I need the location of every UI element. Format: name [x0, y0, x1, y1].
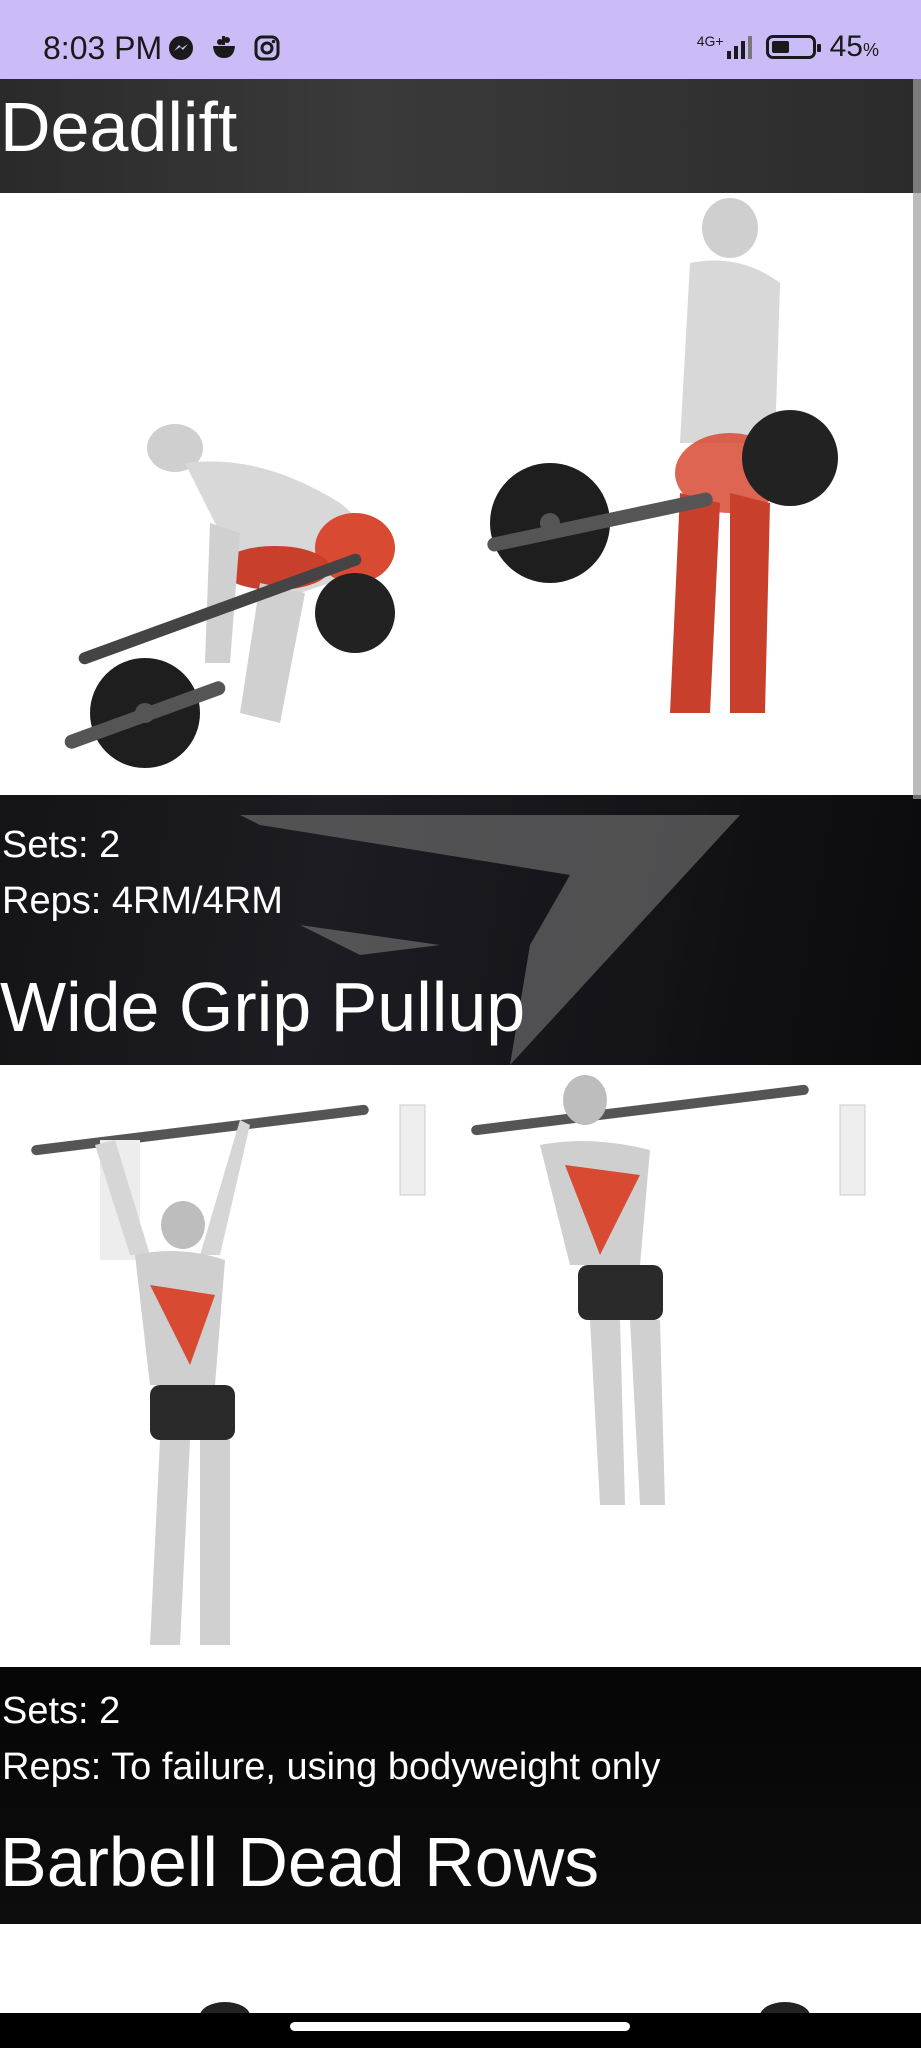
food-bowl-icon [210, 34, 238, 67]
scrollbar[interactable] [913, 79, 921, 799]
status-time: 8:03 PM [43, 30, 163, 66]
deadlift-start-figure [64, 424, 395, 768]
deadlift-lockout-figure [487, 198, 838, 713]
reps-text: Reps: 4RM/4RM [2, 880, 283, 922]
battery-icon [765, 35, 821, 59]
signal-icon: 4G+ [696, 32, 752, 59]
pullup-hang-figure [31, 1104, 426, 1645]
battery-percent: 45% [829, 30, 879, 63]
network-type: 4G+ [696, 32, 724, 49]
barbell-dead-rows-illustration[interactable] [0, 1924, 921, 2013]
status-right: 4G+ 45% [697, 30, 879, 64]
exercise-title-bar: Deadlift [0, 79, 921, 193]
sets-text: Sets: 2 [2, 824, 121, 866]
status-bar: 8:03 PM 4G+ 45% [0, 0, 921, 79]
messenger-icon [168, 35, 194, 66]
wide-grip-pullup-illustration[interactable] [0, 1065, 921, 1667]
exercise-title: Deadlift [0, 88, 238, 166]
pullup-top-figure [471, 1075, 866, 1505]
instagram-icon [254, 35, 280, 66]
exercise-info-block: Sets: 2 Reps: 4RM/4RM Wide Grip Pullup [0, 795, 921, 1065]
exercise-title: Barbell Dead Rows [0, 1823, 600, 1901]
sets-text: Sets: 2 [2, 1690, 121, 1732]
deadlift-illustration[interactable] [0, 193, 921, 795]
exercise-title: Wide Grip Pullup [0, 968, 526, 1046]
notification-icons [168, 34, 280, 67]
exercise-info-block: Sets: 2 Reps: To failure, using bodyweig… [0, 1667, 921, 1924]
home-indicator[interactable] [290, 2022, 630, 2031]
exercise-list[interactable]: Deadlift Sets: 2 Reps: 4RM/4RM Wide Grip… [0, 79, 921, 2013]
reps-text: Reps: To failure, using bodyweight only [2, 1746, 661, 1788]
